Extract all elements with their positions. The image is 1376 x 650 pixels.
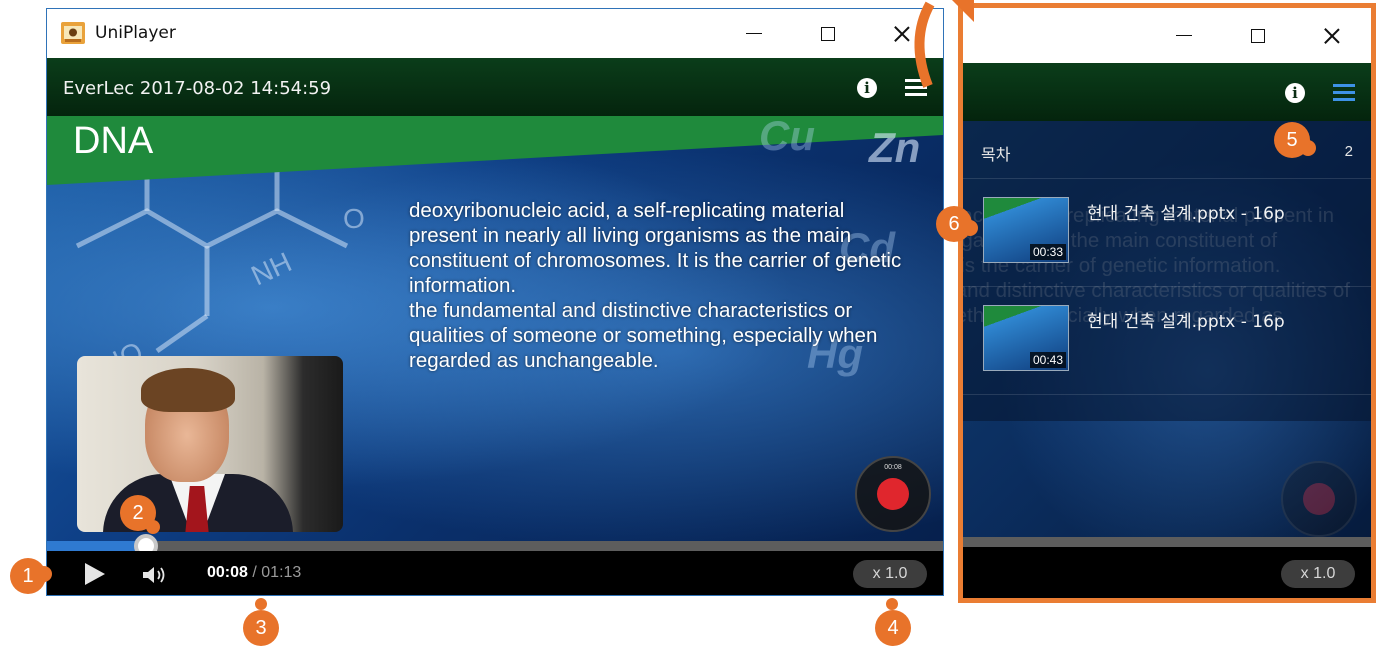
side-slide-view: deoxyribonucleic acid, a self-replicatin… xyxy=(963,121,1371,537)
toc-thumbnail: 00:43 xyxy=(983,305,1069,371)
maximize-icon xyxy=(1251,28,1265,43)
callout-badge: 5 xyxy=(1274,122,1310,158)
toc-duration: 00:33 xyxy=(1029,244,1066,260)
toc-panel: 목차 2 00:33 현대 건축 설계.pptx - 16p 00:43 현대 … xyxy=(963,121,1371,421)
maximize-button[interactable] xyxy=(797,9,859,58)
slide-body-text: deoxyribonucleic acid, a self-replicatin… xyxy=(409,198,909,373)
current-time: 00:08 xyxy=(207,564,248,581)
lecture-title: EverLec 2017-08-02 14:54:59 xyxy=(63,78,332,99)
speed-button[interactable]: x 1.0 xyxy=(853,560,927,588)
toc-duration: 00:43 xyxy=(1029,352,1066,368)
callout-badge: 4 xyxy=(875,610,911,646)
title-bar[interactable]: UniPlayer xyxy=(47,9,943,58)
info-icon[interactable]: i xyxy=(1285,83,1305,103)
close-icon xyxy=(1324,28,1340,44)
callout-badge: 2 xyxy=(120,495,156,531)
toc-label: 현대 건축 설계.pptx - 16p xyxy=(1087,204,1285,224)
toc-count: 2 xyxy=(1344,143,1353,160)
control-bar: 00:08 / 01:13 x 1.0 xyxy=(47,551,943,595)
volume-icon[interactable] xyxy=(143,565,171,585)
minimize-icon xyxy=(1176,34,1192,37)
time-separator: / xyxy=(247,564,262,581)
play-icon[interactable] xyxy=(85,563,105,585)
toc-item[interactable]: 00:43 현대 건축 설계.pptx - 16p xyxy=(963,287,1371,395)
maximize-icon xyxy=(821,26,835,41)
transition-arrow xyxy=(914,0,974,88)
minimize-icon xyxy=(746,32,762,35)
record-time: 00:08 xyxy=(884,464,902,471)
svg-text:NH: NH xyxy=(246,246,296,291)
callout-badge: 1 xyxy=(10,558,46,594)
toc-item[interactable]: 00:33 현대 건축 설계.pptx - 16p xyxy=(963,179,1371,287)
info-icon[interactable]: i xyxy=(857,78,877,98)
toc-label: 현대 건축 설계.pptx - 16p xyxy=(1087,312,1285,332)
slide-view: NH HO O DNA Cu Zn Cd Hg deoxyribonucleic… xyxy=(47,116,943,541)
close-button[interactable] xyxy=(1301,8,1363,63)
slide-paragraph: the fundamental and distinctive characte… xyxy=(409,299,878,372)
app-icon xyxy=(61,22,85,44)
seek-progress xyxy=(47,541,146,551)
callout-badge: 6 xyxy=(936,206,972,242)
side-title-bar[interactable] xyxy=(963,8,1371,63)
slide-paragraph: deoxyribonucleic acid, a self-replicatin… xyxy=(409,199,902,297)
speed-button[interactable]: x 1.0 xyxy=(1281,560,1355,588)
minimize-button[interactable] xyxy=(723,9,785,58)
toc-title: 목차 xyxy=(981,145,1011,164)
maximize-button[interactable] xyxy=(1227,8,1289,63)
lecture-header: EverLec 2017-08-02 14:54:59 i xyxy=(47,58,943,116)
record-icon xyxy=(877,478,909,510)
player-window: UniPlayer EverLec 2017-08-02 14:54:59 i xyxy=(46,8,944,596)
minimize-button[interactable] xyxy=(1153,8,1215,63)
record-widget[interactable]: 00:08 xyxy=(855,456,931,532)
app-title: UniPlayer xyxy=(95,23,176,43)
seek-bar[interactable] xyxy=(47,534,943,558)
callout-badge: 3 xyxy=(243,610,279,646)
slide-title: DNA xyxy=(73,120,154,162)
toc-thumbnail: 00:33 xyxy=(983,197,1069,263)
time-display: 00:08 / 01:13 xyxy=(207,564,301,582)
webcam-overlay[interactable] xyxy=(77,356,343,532)
list-icon[interactable] xyxy=(1333,84,1355,102)
side-seek-bar[interactable] xyxy=(963,537,1371,547)
record-widget xyxy=(1281,461,1357,537)
element-decoration: Cu xyxy=(759,116,815,159)
element-decoration: Zn xyxy=(869,124,921,171)
total-time: 01:13 xyxy=(261,564,302,581)
side-header: i xyxy=(963,63,1371,121)
svg-text:O: O xyxy=(343,203,365,234)
toc-window: i deoxyribonucleic acid, a self-replicat… xyxy=(958,3,1376,603)
side-control-bar: x 1.0 xyxy=(963,547,1371,598)
